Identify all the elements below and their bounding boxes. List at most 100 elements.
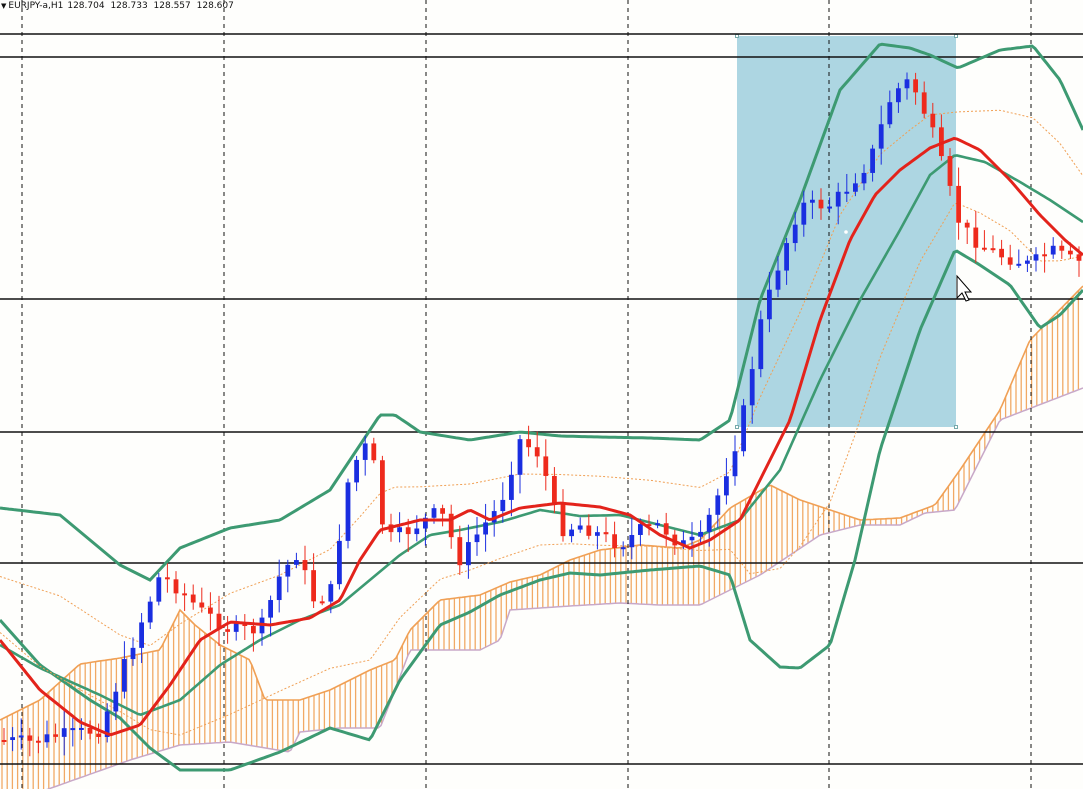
bear-candle (663, 523, 669, 535)
bull-candle (638, 524, 643, 535)
bear-candle (251, 626, 256, 634)
close-value: 128.607 (196, 0, 234, 11)
bear-candle (1042, 254, 1047, 257)
low-value: 128.557 (153, 0, 191, 11)
bear-candle (534, 447, 540, 457)
bull-candle (577, 525, 583, 530)
symbol-label: EURJPY-a,H1 (8, 0, 64, 11)
selection-handle (954, 34, 958, 38)
bull-candle (861, 172, 867, 184)
bear-candle (560, 502, 566, 537)
bull-candle (1025, 260, 1030, 264)
bull-candle (10, 737, 15, 741)
bear-candle (973, 227, 979, 248)
bear-candle (371, 443, 377, 461)
bull-candle (509, 474, 514, 500)
bear-candle (956, 185, 961, 223)
bull-candle (706, 514, 712, 532)
selection-center-point (844, 230, 848, 234)
bull-candle (294, 560, 299, 565)
high-value: 128.733 (110, 0, 148, 11)
bull-candle (749, 369, 755, 406)
bear-candle (1007, 257, 1013, 265)
bull-candle (328, 584, 334, 602)
bear-candle (921, 92, 927, 114)
bear-candle (552, 475, 557, 503)
bull-candle (758, 319, 764, 370)
bull-candle (732, 451, 738, 477)
bear-candle (1, 740, 7, 742)
bear-candle (964, 222, 970, 228)
mouse-pointer-icon (956, 274, 973, 302)
bull-candle (483, 522, 488, 535)
bear-candle (96, 733, 101, 737)
bull-candle (827, 206, 832, 209)
bull-candle (715, 495, 721, 515)
bear-candle (311, 570, 316, 602)
bull-candle (122, 659, 127, 692)
bull-candle (904, 79, 910, 89)
bear-candle (190, 594, 196, 603)
bull-candle (362, 443, 368, 460)
bear-candle (440, 508, 445, 514)
ohlc-values: 128.704 128.733 128.557 128.607 (67, 1, 237, 12)
bull-candle (130, 647, 136, 660)
bear-candle (208, 607, 213, 614)
bull-candle (1050, 245, 1056, 255)
bull-candle (835, 191, 841, 207)
bull-candle (285, 564, 291, 577)
bull-candle (397, 527, 402, 533)
bear-candle (405, 527, 411, 535)
bull-candle (268, 600, 273, 618)
bull-candle (61, 728, 67, 737)
bull-candle (792, 224, 798, 244)
bull-candle (354, 459, 359, 483)
bear-candle (982, 247, 987, 250)
bull-candle (276, 576, 282, 601)
mouse-pointer-arrow (956, 274, 973, 302)
bull-candle (1016, 263, 1022, 266)
bull-candle (1033, 254, 1039, 261)
bull-candle (595, 532, 600, 536)
bear-candle (87, 727, 93, 734)
bull-candle (569, 529, 574, 537)
bear-candle (1068, 250, 1073, 255)
bear-candle (199, 602, 205, 608)
bear-candle (1059, 245, 1065, 251)
bull-candle (431, 508, 437, 518)
bull-candle (139, 622, 144, 648)
bull-candle (474, 534, 480, 543)
bull-candle (870, 148, 875, 173)
bull-candle (767, 289, 772, 320)
bull-candle (500, 499, 506, 512)
chart-window[interactable]: ▼ EURJPY-a,H1 128.704 128.733 128.557 12… (0, 0, 1083, 789)
bull-candle (79, 727, 84, 730)
bull-candle (414, 528, 420, 535)
bear-candle (457, 537, 463, 566)
open-value: 128.704 (67, 0, 105, 11)
bear-candle (182, 593, 187, 596)
bull-candle (337, 540, 342, 585)
bull-candle (44, 734, 50, 743)
bull-candle (233, 623, 239, 632)
bull-candle (741, 405, 746, 452)
selection-handle (735, 34, 739, 38)
bull-candle (655, 523, 660, 526)
bull-candle (147, 601, 153, 623)
bull-candle (629, 534, 635, 548)
bull-candle (18, 735, 24, 738)
price-chart[interactable] (0, 0, 1083, 789)
triangle-down-icon[interactable]: ▼ (1, 1, 6, 12)
bear-candle (173, 579, 179, 594)
bull-candle (801, 202, 807, 225)
bull-candle (853, 183, 858, 192)
bear-candle (319, 601, 325, 604)
bear-candle (526, 439, 531, 448)
bull-candle (878, 124, 884, 149)
bull-candle (620, 547, 626, 550)
bear-candle (947, 156, 953, 186)
bear-candle (612, 534, 617, 549)
bull-candle (466, 542, 471, 566)
bear-candle (36, 740, 41, 743)
bear-candle (999, 248, 1004, 258)
